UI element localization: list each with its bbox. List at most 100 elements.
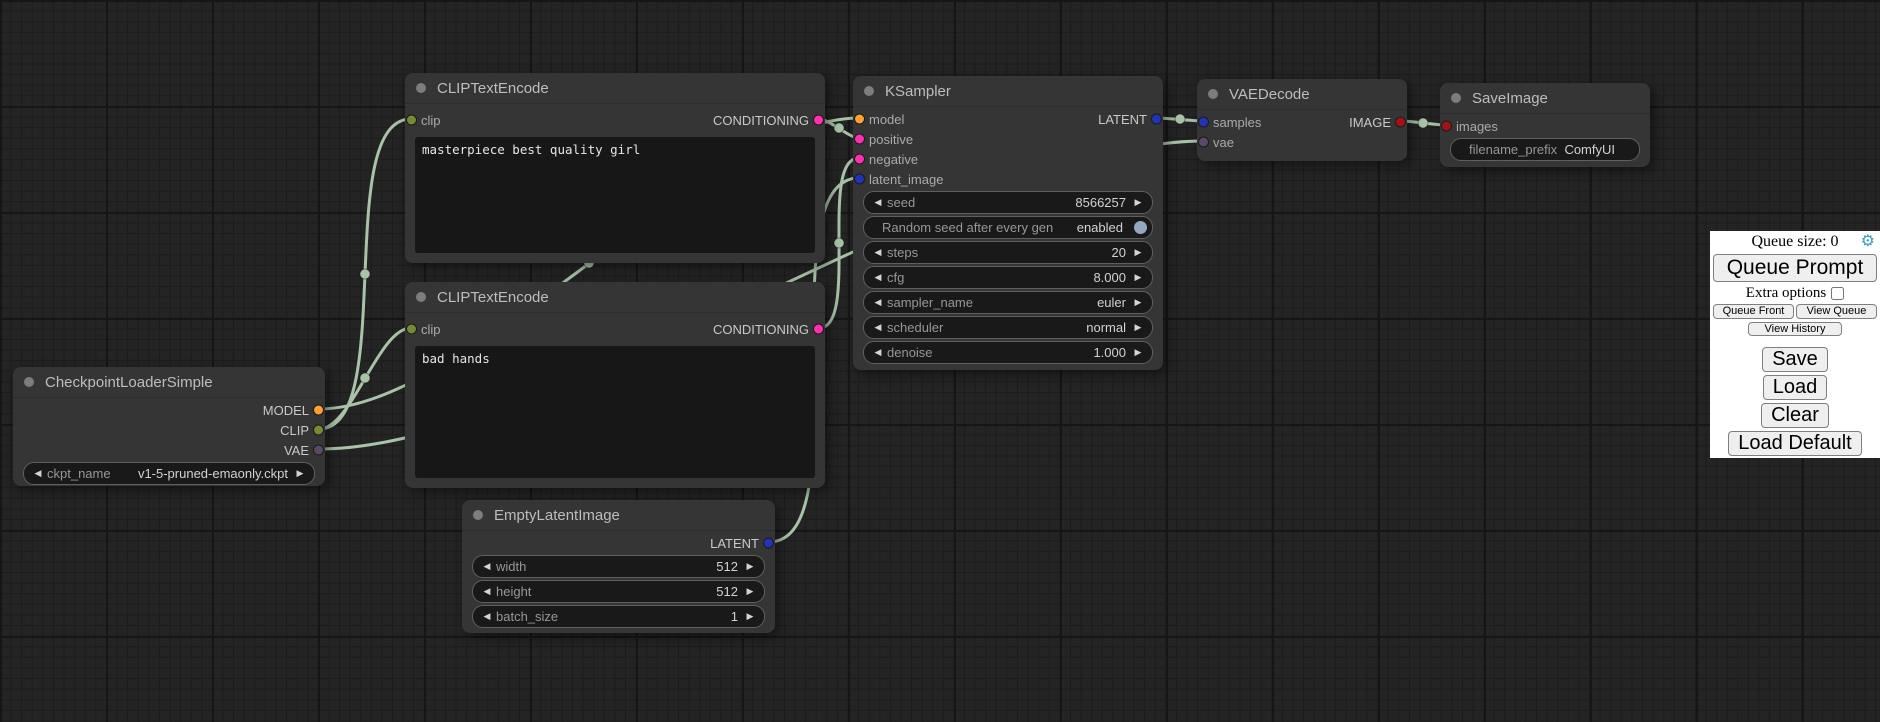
increment-arrow-icon[interactable]: ▶ xyxy=(1132,347,1144,358)
decrement-arrow-icon[interactable]: ◀ xyxy=(481,561,493,572)
node-title-bar[interactable]: CheckpointLoaderSimple xyxy=(13,367,325,398)
node-status-dot xyxy=(473,510,483,520)
increment-arrow-icon[interactable]: ▶ xyxy=(744,611,756,622)
widget-value: 512 xyxy=(716,584,738,599)
filename-prefix-widget[interactable]: filename_prefix ComfyUI xyxy=(1450,138,1640,161)
node-title-bar[interactable]: SaveImage xyxy=(1440,83,1650,114)
scheduler-widget[interactable]: ◀ scheduler normal ▶ xyxy=(863,316,1153,339)
latent-output-port[interactable] xyxy=(764,539,773,548)
output-label: CLIP xyxy=(280,423,309,438)
steps-widget[interactable]: ◀ steps 20 ▶ xyxy=(863,241,1153,264)
node-title-bar[interactable]: EmptyLatentImage xyxy=(462,500,775,531)
image-output-port[interactable] xyxy=(1396,118,1405,127)
node-vae-decode[interactable]: VAEDecode samples IMAGE vae xyxy=(1197,79,1407,161)
node-title: CheckpointLoaderSimple xyxy=(45,374,213,391)
increment-arrow-icon[interactable]: ▶ xyxy=(1132,247,1144,258)
clip-input-port[interactable] xyxy=(407,325,416,334)
decrement-arrow-icon[interactable]: ◀ xyxy=(481,586,493,597)
model-output-port[interactable] xyxy=(314,406,323,415)
node-title-bar[interactable]: KSampler xyxy=(853,76,1163,107)
view-history-button[interactable]: View History xyxy=(1748,322,1842,336)
positive-input-port[interactable] xyxy=(855,135,864,144)
output-label: MODEL xyxy=(263,403,309,418)
input-label: positive xyxy=(869,132,913,147)
widget-value: 1 xyxy=(731,609,738,624)
images-input-port[interactable] xyxy=(1442,122,1451,131)
batch-size-widget[interactable]: ◀ batch_size 1 ▶ xyxy=(472,605,765,628)
clear-button[interactable]: Clear xyxy=(1761,403,1829,428)
node-title-bar[interactable]: CLIPTextEncode xyxy=(405,73,825,104)
queue-prompt-button[interactable]: Queue Prompt xyxy=(1713,254,1877,282)
increment-arrow-icon[interactable]: ▶ xyxy=(1132,297,1144,308)
random-seed-toggle-widget[interactable]: Random seed after every gen enabled xyxy=(863,216,1153,239)
clip-output-port[interactable] xyxy=(314,426,323,435)
clip-input-port[interactable] xyxy=(407,116,416,125)
load-button[interactable]: Load xyxy=(1763,375,1828,400)
increment-arrow-icon[interactable]: ▶ xyxy=(1132,197,1144,208)
prompt-text-area[interactable]: bad hands xyxy=(415,346,815,478)
negative-input-port[interactable] xyxy=(855,155,864,164)
increment-arrow-icon[interactable]: ▶ xyxy=(294,468,306,479)
decrement-arrow-icon[interactable]: ◀ xyxy=(32,468,44,479)
decrement-arrow-icon[interactable]: ◀ xyxy=(872,322,884,333)
widget-label: sampler_name xyxy=(887,295,973,310)
decrement-arrow-icon[interactable]: ◀ xyxy=(872,272,884,283)
load-default-button[interactable]: Load Default xyxy=(1728,431,1861,456)
node-checkpoint-loader[interactable]: CheckpointLoaderSimple MODEL CLIP VAE ◀ … xyxy=(13,367,325,486)
seed-widget[interactable]: ◀ seed 8566257 ▶ xyxy=(863,191,1153,214)
latent-output-port[interactable] xyxy=(1152,115,1161,124)
height-widget[interactable]: ◀ height 512 ▶ xyxy=(472,580,765,603)
conditioning-output-port[interactable] xyxy=(814,116,823,125)
toggle-on-indicator[interactable] xyxy=(1134,221,1147,234)
node-title-bar[interactable]: VAEDecode xyxy=(1197,79,1407,110)
node-title: VAEDecode xyxy=(1229,86,1310,103)
widget-label: steps xyxy=(887,245,918,260)
ckpt-name-widget[interactable]: ◀ ckpt_name v1-5-pruned-emaonly.ckpt ▶ xyxy=(23,462,315,485)
widget-label: cfg xyxy=(887,270,904,285)
samples-input-port[interactable] xyxy=(1199,118,1208,127)
widget-value: euler xyxy=(1097,295,1126,310)
node-status-dot xyxy=(416,292,426,302)
node-title-bar[interactable]: CLIPTextEncode xyxy=(405,282,825,313)
widget-value: 8.000 xyxy=(1093,270,1126,285)
output-label: CONDITIONING xyxy=(713,322,809,337)
latent-image-input-port[interactable] xyxy=(855,175,864,184)
increment-arrow-icon[interactable]: ▶ xyxy=(744,561,756,572)
cfg-widget[interactable]: ◀ cfg 8.000 ▶ xyxy=(863,266,1153,289)
settings-gear-icon[interactable]: ⚙ xyxy=(1861,234,1875,250)
decrement-arrow-icon[interactable]: ◀ xyxy=(872,247,884,258)
node-clip-text-encode-positive[interactable]: CLIPTextEncode clip CONDITIONING masterp… xyxy=(405,73,825,263)
widget-value: 20 xyxy=(1112,245,1126,260)
vae-output-port[interactable] xyxy=(314,446,323,455)
widget-label: ckpt_name xyxy=(47,466,111,481)
increment-arrow-icon[interactable]: ▶ xyxy=(1132,272,1144,283)
node-empty-latent-image[interactable]: EmptyLatentImage LATENT ◀ width 512 ▶ ◀ … xyxy=(462,500,775,633)
increment-arrow-icon[interactable]: ▶ xyxy=(744,586,756,597)
decrement-arrow-icon[interactable]: ◀ xyxy=(872,347,884,358)
node-ksampler[interactable]: KSampler model LATENT positive negative … xyxy=(853,76,1163,370)
output-label: LATENT xyxy=(710,536,759,551)
vae-input-port[interactable] xyxy=(1199,138,1208,147)
increment-arrow-icon[interactable]: ▶ xyxy=(1132,322,1144,333)
queue-size-label: Queue size: 0 xyxy=(1751,233,1838,251)
widget-value: ComfyUI xyxy=(1564,142,1615,157)
graph-canvas[interactable]: CheckpointLoaderSimple MODEL CLIP VAE ◀ … xyxy=(0,0,1880,722)
decrement-arrow-icon[interactable]: ◀ xyxy=(872,197,884,208)
view-queue-button[interactable]: View Queue xyxy=(1796,304,1877,319)
denoise-widget[interactable]: ◀ denoise 1.000 ▶ xyxy=(863,341,1153,364)
sampler-name-widget[interactable]: ◀ sampler_name euler ▶ xyxy=(863,291,1153,314)
prompt-text-area[interactable]: masterpiece best quality girl xyxy=(415,137,815,253)
model-input-port[interactable] xyxy=(855,115,864,124)
node-title: SaveImage xyxy=(1472,90,1548,107)
save-button[interactable]: Save xyxy=(1762,347,1828,372)
queue-front-button[interactable]: Queue Front xyxy=(1713,304,1794,319)
conditioning-output-port[interactable] xyxy=(814,325,823,334)
decrement-arrow-icon[interactable]: ◀ xyxy=(872,297,884,308)
decrement-arrow-icon[interactable]: ◀ xyxy=(481,611,493,622)
node-clip-text-encode-negative[interactable]: CLIPTextEncode clip CONDITIONING bad han… xyxy=(405,282,825,488)
input-label: latent_image xyxy=(869,172,943,187)
widget-value: 1.000 xyxy=(1093,345,1126,360)
extra-options-checkbox[interactable] xyxy=(1831,287,1844,300)
node-save-image[interactable]: SaveImage images filename_prefix ComfyUI xyxy=(1440,83,1650,167)
width-widget[interactable]: ◀ width 512 ▶ xyxy=(472,555,765,578)
